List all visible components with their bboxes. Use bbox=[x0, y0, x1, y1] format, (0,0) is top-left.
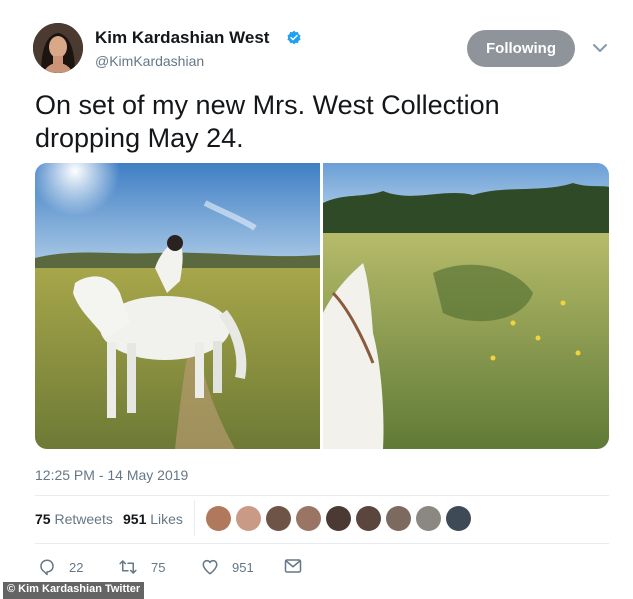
tweet-text: On set of my new Mrs. West Collection dr… bbox=[35, 90, 500, 153]
photo-credit: © Kim Kardashian Twitter bbox=[3, 582, 145, 599]
tweet-timestamp[interactable]: 12:25 PM - 14 May 2019 bbox=[35, 467, 188, 483]
like-count: 951 bbox=[232, 559, 254, 575]
liker-avatar[interactable] bbox=[416, 506, 441, 531]
like-icon bbox=[202, 559, 218, 575]
likes-label: Likes bbox=[150, 511, 183, 527]
stats-divider bbox=[194, 500, 195, 536]
user-name[interactable]: Kim Kardashian West bbox=[95, 28, 269, 48]
user-handle[interactable]: @KimKardashian bbox=[95, 53, 204, 69]
verified-badge-icon bbox=[287, 30, 301, 45]
divider bbox=[35, 495, 609, 496]
like-button[interactable]: 951 bbox=[201, 558, 254, 576]
liker-avatar[interactable] bbox=[386, 506, 411, 531]
retweet-icon bbox=[119, 560, 137, 574]
retweets-label: Retweets bbox=[54, 511, 113, 527]
divider bbox=[35, 543, 609, 544]
likes-stat[interactable]: 951 Likes bbox=[123, 511, 183, 527]
direct-message-button[interactable] bbox=[284, 558, 315, 574]
liker-avatar[interactable] bbox=[266, 506, 291, 531]
reply-icon bbox=[40, 559, 54, 576]
liker-avatar[interactable] bbox=[206, 506, 231, 531]
retweets-stat[interactable]: 75 Retweets bbox=[35, 511, 113, 527]
liker-avatar[interactable] bbox=[446, 506, 471, 531]
retweets-count: 75 bbox=[35, 511, 51, 527]
following-button[interactable]: Following bbox=[467, 30, 575, 67]
chevron-down-icon[interactable] bbox=[592, 42, 608, 54]
liker-avatar[interactable] bbox=[356, 506, 381, 531]
message-icon bbox=[284, 559, 302, 573]
liker-avatar[interactable] bbox=[326, 506, 351, 531]
likes-count: 951 bbox=[123, 511, 147, 527]
liker-avatar[interactable] bbox=[236, 506, 261, 531]
tweet-photo-field[interactable] bbox=[323, 163, 609, 449]
reply-count: 22 bbox=[69, 559, 84, 575]
retweet-count: 75 bbox=[151, 559, 166, 575]
tweet-photo-horse-rider[interactable] bbox=[35, 163, 320, 449]
avatar[interactable] bbox=[33, 23, 83, 73]
retweet-button[interactable]: 75 bbox=[118, 558, 165, 576]
liker-avatar[interactable] bbox=[296, 506, 321, 531]
reply-button[interactable]: 22 bbox=[38, 558, 83, 576]
